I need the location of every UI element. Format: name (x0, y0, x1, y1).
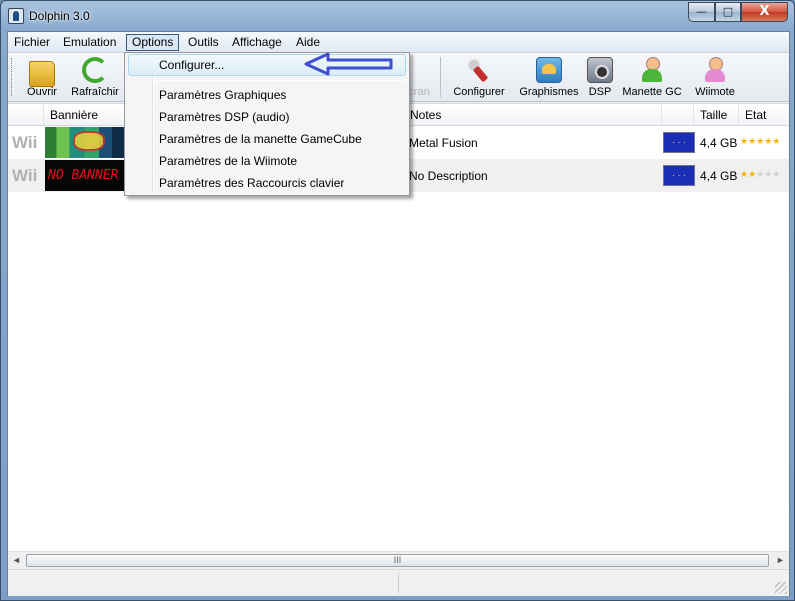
eu-flag-icon (663, 165, 695, 186)
refresh-label: Rafraîchir (71, 86, 119, 98)
dolphin-app-icon (8, 8, 24, 24)
column-notes[interactable]: Notes (404, 104, 662, 126)
speaker-icon (587, 57, 613, 83)
refresh-button[interactable]: Rafraîchir (68, 55, 122, 101)
menu-emulation[interactable]: Emulation (57, 34, 122, 51)
maximize-button[interactable]: □ (715, 2, 741, 22)
platform-label: Wii (12, 133, 38, 152)
menu-aide[interactable]: Aide (290, 34, 326, 51)
close-button[interactable]: X (741, 2, 788, 22)
menu-item-hotkey-settings[interactable]: Paramètres des Raccourcis clavier (128, 172, 406, 194)
gc-pad-icon (639, 57, 665, 83)
scroll-thumb[interactable]: III (26, 554, 769, 567)
dsp-label: DSP (588, 86, 612, 98)
status-pane-left (8, 573, 399, 593)
open-button[interactable]: Ouvrir (22, 55, 62, 101)
toolbar-separator (440, 57, 441, 97)
dsp-button[interactable]: DSP (586, 55, 614, 101)
eu-flag-icon (663, 132, 695, 153)
graphics-label: Graphismes (519, 86, 579, 98)
game-notes: Metal Fusion (409, 136, 478, 150)
graphics-button[interactable]: Graphismes (517, 55, 581, 101)
column-state[interactable]: Etat (739, 104, 789, 126)
menu-item-graphics-settings[interactable]: Paramètres Graphiques (128, 84, 406, 106)
wrench-icon (466, 57, 492, 83)
title-bar[interactable]: Dolphin 3.0 — □ X (1, 1, 794, 31)
menu-item-gamecube-pad-settings[interactable]: Paramètres de la manette GameCube (128, 128, 406, 150)
scroll-left-arrow[interactable]: ◄ (8, 552, 25, 569)
no-banner-image: NO BANNER (45, 160, 127, 191)
folder-icon (29, 61, 55, 87)
open-label: Ouvrir (27, 86, 57, 98)
menu-fichier[interactable]: Fichier (8, 34, 56, 51)
minimize-button[interactable]: — (688, 2, 715, 22)
column-size[interactable]: Taille (694, 104, 739, 126)
gc-pad-label: Manette GC (622, 86, 682, 98)
menu-item-dsp-settings[interactable]: Paramètres DSP (audio) (128, 106, 406, 128)
rating-stars: ★★★★★ (740, 136, 781, 146)
menu-item-wiimote-settings[interactable]: Paramètres de la Wiimote (128, 150, 406, 172)
menu-options[interactable]: Options (126, 34, 180, 51)
dolphin-window: Dolphin 3.0 — □ X Fichier Emulation Opti… (0, 0, 795, 601)
rating-stars: ★★★★★ (740, 169, 781, 179)
horizontal-scrollbar[interactable]: ◄ III ► (8, 551, 789, 568)
graphics-icon (536, 57, 562, 83)
game-notes: No Description (409, 169, 488, 183)
game-banner-image (45, 127, 127, 158)
menu-separator (155, 80, 405, 81)
game-size: 4,4 GB (700, 136, 738, 150)
menu-outils[interactable]: Outils (182, 34, 225, 51)
menu-affichage[interactable]: Affichage (226, 34, 288, 51)
wiimote-button[interactable]: Wiimote (692, 55, 738, 101)
gc-pad-button[interactable]: Manette GC (621, 55, 683, 101)
annotation-arrow-icon (304, 52, 393, 76)
configure-button[interactable]: Configurer (450, 55, 508, 101)
configure-label: Configurer (453, 86, 505, 98)
refresh-icon (82, 57, 108, 83)
wiimote-icon (702, 57, 728, 83)
column-platform[interactable] (8, 104, 44, 126)
column-region[interactable] (662, 104, 694, 126)
toolbar-grip[interactable] (11, 58, 14, 96)
scroll-right-arrow[interactable]: ► (772, 552, 789, 569)
menu-bar: Fichier Emulation Options Outils Afficha… (8, 32, 789, 53)
status-bar (8, 569, 789, 596)
game-size: 4,4 GB (700, 169, 738, 183)
platform-label: Wii (12, 166, 38, 185)
wiimote-label: Wiimote (695, 86, 735, 98)
resize-grip[interactable] (775, 582, 787, 594)
window-title: Dolphin 3.0 (29, 9, 90, 23)
